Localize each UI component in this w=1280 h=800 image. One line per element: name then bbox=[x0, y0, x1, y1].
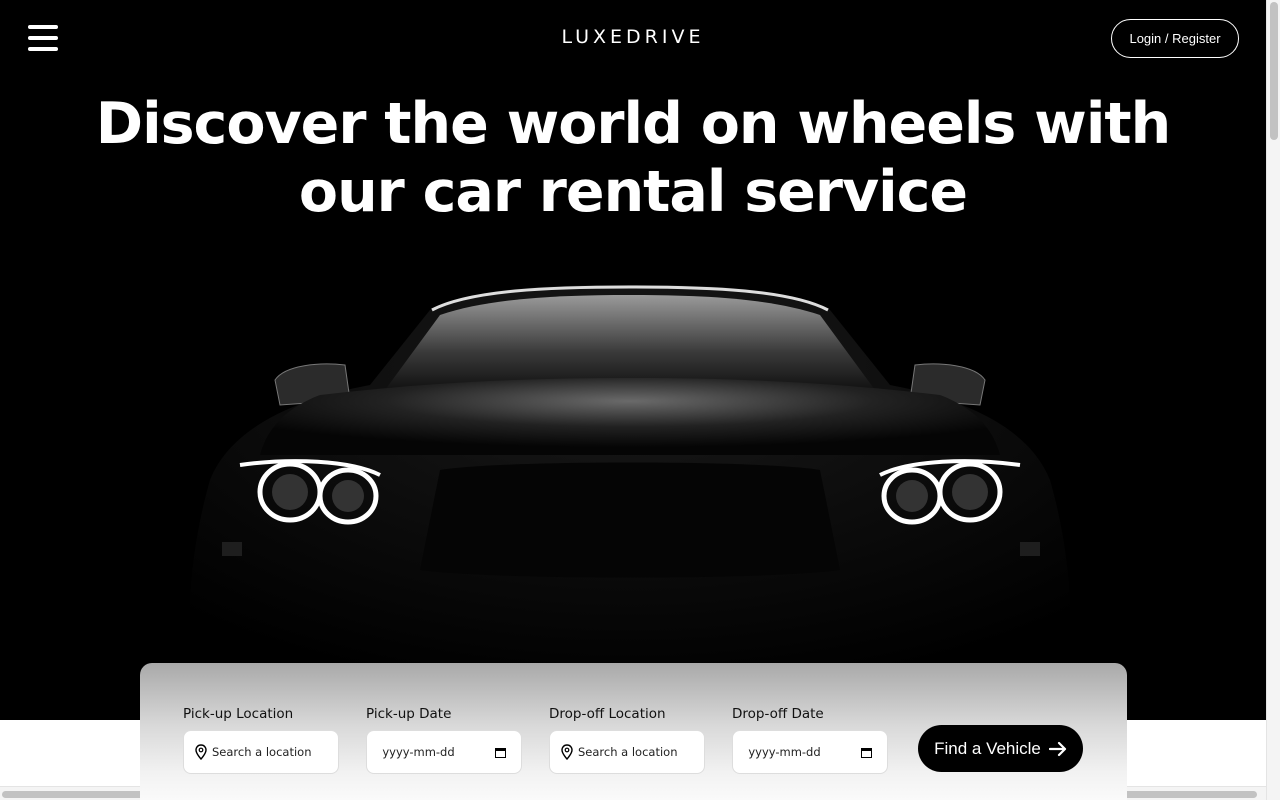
map-pin-icon bbox=[195, 744, 207, 760]
login-register-button[interactable]: Login / Register bbox=[1111, 19, 1239, 58]
hero-headline-line1: Discover the world on wheels with bbox=[95, 91, 1171, 157]
site-logo[interactable]: LUXEDRIVE bbox=[0, 26, 1266, 48]
hero-headline-line2: our car rental service bbox=[298, 159, 968, 225]
map-pin-icon bbox=[561, 744, 573, 760]
hero-headline: Discover the world on wheels with our ca… bbox=[0, 90, 1266, 226]
dropoff-location-input[interactable]: Search a location bbox=[549, 730, 705, 774]
arrow-right-icon bbox=[1048, 741, 1066, 756]
dropoff-date-label: Drop-off Date bbox=[732, 706, 824, 722]
pickup-date-input[interactable]: yyyy-mm-dd bbox=[366, 730, 522, 774]
search-panel: Pick-up Location Search a location Pick-… bbox=[140, 663, 1127, 800]
dropoff-location-label: Drop-off Location bbox=[549, 706, 666, 722]
dropoff-date-field: Drop-off Date yyyy-mm-dd bbox=[732, 706, 888, 774]
vertical-scrollbar-thumb[interactable] bbox=[1270, 2, 1278, 140]
hero-car-image bbox=[188, 285, 1072, 720]
calendar-icon[interactable] bbox=[860, 747, 872, 758]
pickup-location-label: Pick-up Location bbox=[183, 706, 294, 722]
dropoff-date-placeholder: yyyy-mm-dd bbox=[748, 745, 821, 759]
pickup-location-input[interactable]: Search a location bbox=[183, 730, 339, 774]
pickup-date-field: Pick-up Date yyyy-mm-dd bbox=[366, 706, 522, 774]
pickup-location-field: Pick-up Location Search a location bbox=[183, 706, 339, 774]
dropoff-location-placeholder: Search a location bbox=[578, 745, 678, 759]
pickup-date-label: Pick-up Date bbox=[366, 706, 452, 722]
pickup-location-placeholder: Search a location bbox=[212, 745, 312, 759]
dropoff-location-field: Drop-off Location Search a location bbox=[549, 706, 705, 774]
find-vehicle-label: Find a Vehicle bbox=[934, 738, 1041, 758]
vertical-scrollbar[interactable] bbox=[1266, 0, 1280, 800]
hero-section: LUXEDRIVE Login / Register Discover the … bbox=[0, 0, 1266, 800]
dropoff-date-input[interactable]: yyyy-mm-dd bbox=[732, 730, 888, 774]
find-vehicle-button[interactable]: Find a Vehicle bbox=[918, 725, 1083, 772]
calendar-icon[interactable] bbox=[494, 747, 506, 758]
pickup-date-placeholder: yyyy-mm-dd bbox=[382, 745, 455, 759]
